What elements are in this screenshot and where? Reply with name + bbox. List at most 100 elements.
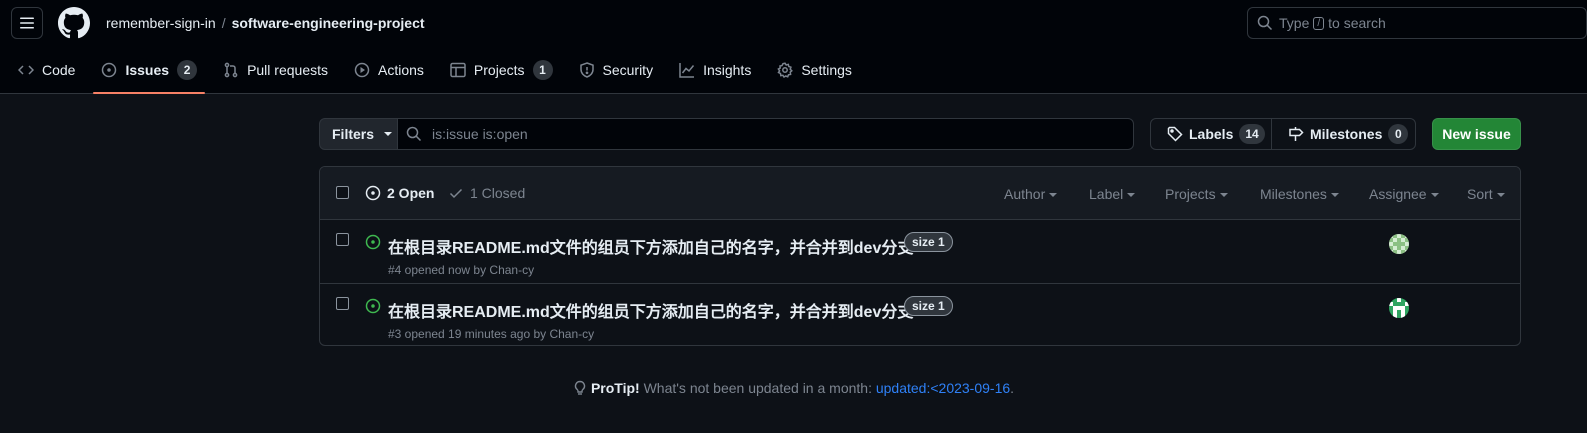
- github-logo-icon[interactable]: [58, 7, 90, 39]
- issue-opened-icon: [102, 62, 117, 78]
- issue-label-badge[interactable]: size 1: [904, 232, 953, 252]
- tab-label: Code: [42, 62, 76, 78]
- tag-icon: [1167, 126, 1183, 142]
- sort-label: Sort: [1467, 186, 1493, 202]
- shield-icon: [579, 62, 594, 78]
- tab-insights[interactable]: Insights: [671, 50, 759, 90]
- check-icon: [449, 188, 463, 199]
- issues-toolbar: Filters is:issue is:open Labels 14 Miles…: [319, 118, 1521, 150]
- milestones-filter[interactable]: Milestones: [1260, 186, 1339, 202]
- labels-button[interactable]: Labels 14: [1150, 118, 1272, 150]
- search-placeholder-suffix: to search: [1328, 15, 1386, 31]
- issue-checkbox[interactable]: [336, 233, 349, 246]
- issue-row[interactable]: 在根目录README.md文件的组员下方添加自己的名字，并合并到dev分支 si…: [320, 283, 1520, 345]
- repo-owner-link[interactable]: remember-sign-in: [106, 15, 216, 31]
- chevron-down-icon: [1430, 193, 1439, 198]
- issue-label-badge[interactable]: size 1: [904, 296, 953, 316]
- label-filter[interactable]: Label: [1089, 186, 1136, 202]
- global-search-input[interactable]: Type / to search: [1247, 7, 1587, 39]
- projects-filter[interactable]: Projects: [1165, 186, 1228, 202]
- breadcrumb: remember-sign-in / software-engineering-pr…: [106, 15, 425, 31]
- milestone-icon: [1289, 127, 1304, 141]
- light-bulb-icon: [574, 380, 586, 395]
- projects-count-badge: 1: [532, 60, 553, 80]
- protip-label: ProTip!: [590, 380, 640, 396]
- chevron-down-icon: [1330, 193, 1339, 198]
- tab-label: Actions: [378, 62, 424, 78]
- tab-issues[interactable]: Issues 2: [93, 50, 205, 94]
- protip: ProTip! What's not been updated in a mon…: [0, 380, 1587, 396]
- filters-label: Filters: [332, 126, 375, 142]
- tab-projects[interactable]: Projects 1: [442, 50, 561, 90]
- avatar-identicon: [1389, 298, 1409, 318]
- tab-pull-requests[interactable]: Pull requests: [215, 50, 336, 90]
- issue-opened-icon: [365, 234, 381, 250]
- tab-security[interactable]: Security: [571, 50, 662, 90]
- issues-count-badge: 2: [177, 60, 198, 80]
- issue-meta: #4 opened now by Chan-cy: [388, 263, 535, 277]
- issue-meta: #3 opened 19 minutes ago by Chan-cy: [388, 327, 595, 341]
- chevron-down-icon: [1127, 193, 1136, 198]
- issues-list: 2 Open 1 Closed Author Label Projects Mi…: [319, 166, 1521, 346]
- assignee-avatar[interactable]: [1389, 234, 1409, 254]
- sort-dropdown[interactable]: Sort: [1467, 186, 1505, 202]
- issue-title-link[interactable]: 在根目录README.md文件的组员下方添加自己的名字，并合并到dev分支: [388, 298, 913, 322]
- labels-label: Labels: [1189, 126, 1234, 142]
- closed-count-label: 1 Closed: [470, 185, 526, 201]
- milestones-filter-label: Milestones: [1260, 186, 1327, 202]
- breadcrumb-separator: /: [221, 15, 226, 31]
- new-issue-button[interactable]: New issue: [1432, 118, 1521, 150]
- milestones-label: Milestones: [1310, 126, 1383, 142]
- issue-row[interactable]: 在根目录README.md文件的组员下方添加自己的名字，并合并到dev分支 si…: [320, 220, 1520, 283]
- open-count-label: 2 Open: [387, 185, 435, 201]
- graph-icon: [679, 63, 695, 78]
- select-all-checkbox[interactable]: [336, 186, 349, 199]
- tab-label: Issues: [125, 62, 170, 78]
- tab-label: Security: [602, 62, 654, 78]
- milestones-button[interactable]: Milestones 0: [1271, 118, 1416, 150]
- issues-list-header: 2 Open 1 Closed Author Label Projects Mi…: [320, 167, 1520, 220]
- issue-opened-icon: [365, 185, 381, 201]
- table-icon: [450, 62, 466, 78]
- filter-query-text: is:issue is:open: [432, 126, 528, 142]
- tab-label: Insights: [703, 62, 752, 78]
- hamburger-icon: [20, 17, 34, 29]
- tab-settings[interactable]: Settings: [769, 50, 860, 90]
- repo-tabs: Code Issues 2 Pull requests Actions Proj…: [0, 50, 860, 94]
- avatar-identicon: [1389, 234, 1409, 254]
- assignee-filter[interactable]: Assignee: [1369, 186, 1439, 202]
- chevron-down-icon: [1496, 193, 1505, 198]
- milestones-count-badge: 0: [1388, 124, 1409, 144]
- tab-label: Projects: [473, 62, 525, 78]
- menu-button[interactable]: [11, 7, 43, 39]
- author-filter-label: Author: [1004, 186, 1046, 202]
- issue-checkbox[interactable]: [336, 297, 349, 310]
- closed-issues-filter[interactable]: 1 Closed: [448, 185, 525, 201]
- issue-title-link[interactable]: 在根目录README.md文件的组员下方添加自己的名字，并合并到dev分支: [388, 234, 913, 258]
- repo-name-link[interactable]: software-engineering-project: [232, 15, 425, 31]
- code-icon: [18, 65, 34, 75]
- tab-label: Pull requests: [247, 62, 328, 78]
- chevron-down-icon: [1219, 193, 1228, 198]
- tab-actions[interactable]: Actions: [346, 50, 432, 90]
- label-filter-label: Label: [1089, 186, 1124, 202]
- tab-label: Settings: [801, 62, 852, 78]
- search-icon: [406, 126, 422, 142]
- issue-filter-input[interactable]: is:issue is:open: [397, 118, 1134, 150]
- tab-code[interactable]: Code: [10, 50, 83, 90]
- open-issues-filter[interactable]: 2 Open: [365, 185, 434, 201]
- protip-link[interactable]: updated:<2023-09-16: [876, 380, 1010, 396]
- app-header: remember-sign-in / software-engineering-pr…: [0, 0, 1587, 94]
- labels-count-badge: 14: [1239, 124, 1265, 144]
- author-filter[interactable]: Author: [1004, 186, 1058, 202]
- search-icon: [1257, 15, 1273, 31]
- play-icon: [354, 62, 370, 78]
- gear-icon: [777, 62, 794, 78]
- filters-dropdown[interactable]: Filters: [319, 118, 398, 150]
- chevron-down-icon: [384, 132, 393, 136]
- chevron-down-icon: [1049, 193, 1058, 198]
- issue-opened-icon: [365, 298, 381, 314]
- search-placeholder-prefix: Type: [1279, 15, 1310, 31]
- assignee-avatar[interactable]: [1389, 298, 1409, 318]
- protip-text: What's not been updated in a month:: [643, 380, 872, 396]
